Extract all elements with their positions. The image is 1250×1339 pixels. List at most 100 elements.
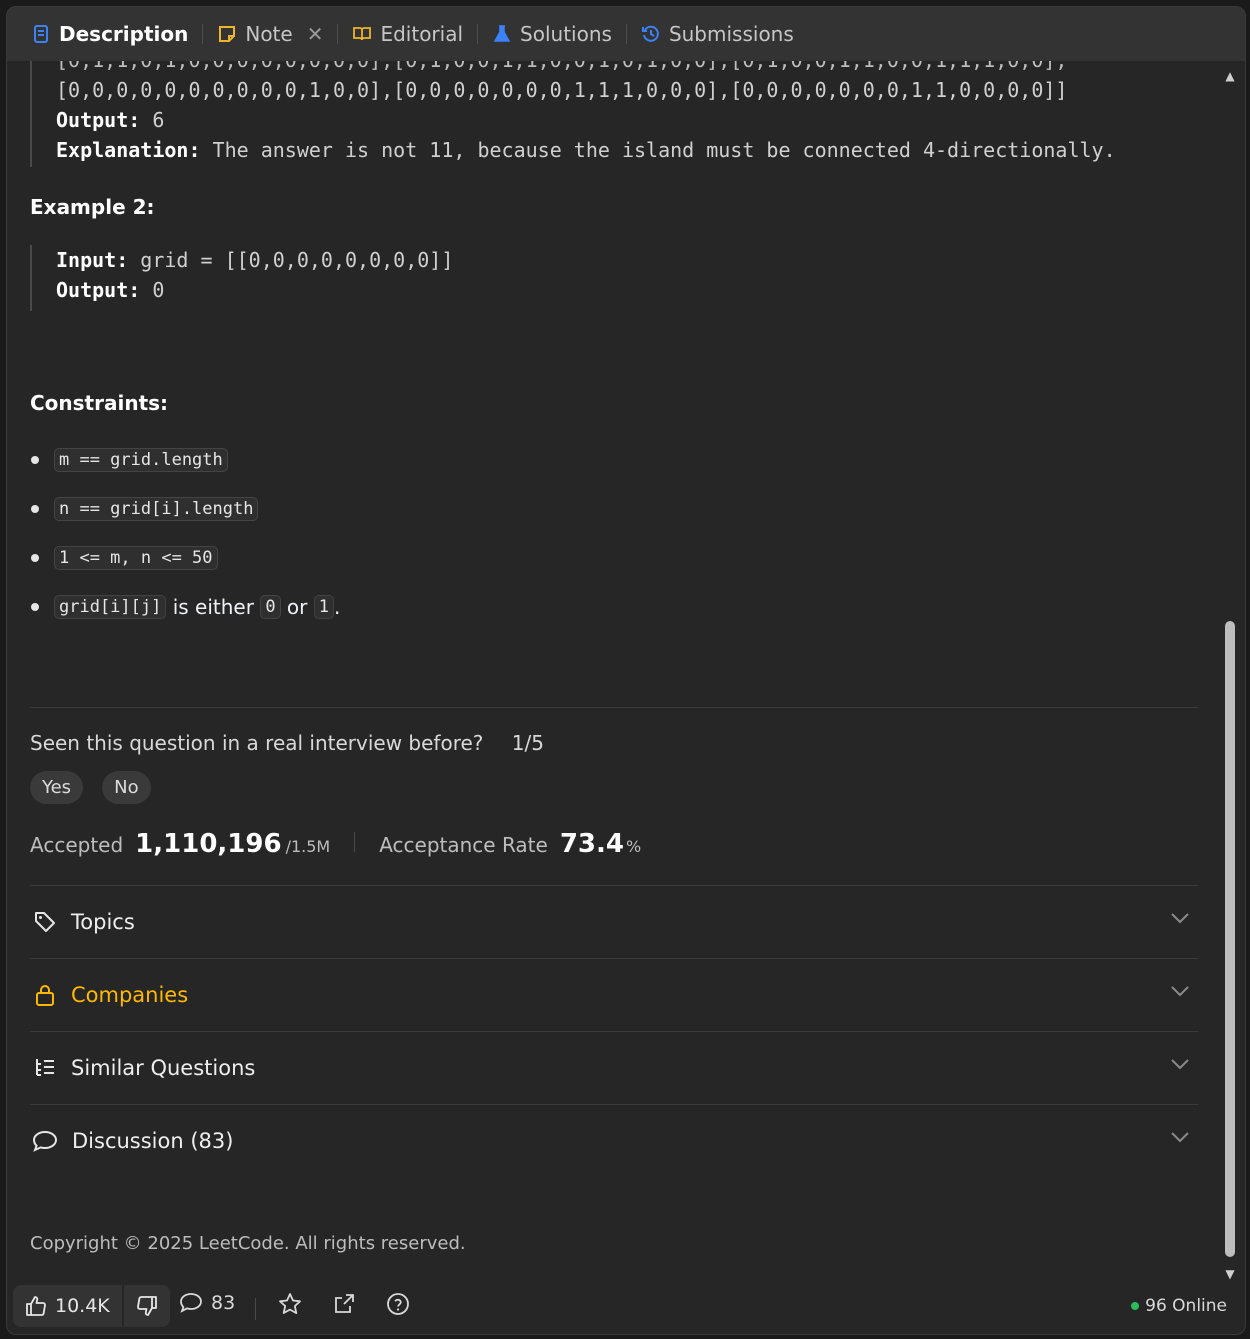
example-2-output-value: 0 — [152, 278, 165, 302]
favorite-button[interactable] — [278, 1292, 302, 1316]
interview-question: Seen this question in a real interview b… — [30, 731, 544, 755]
constraint-code: grid[i][j] — [54, 594, 167, 619]
example-1-grid-tail: [0,0,0,0,0,0,0,0,0,0,1,0,0],[0,0,0,0,0,0… — [56, 78, 1068, 102]
example-2-input-label: Input: — [56, 248, 129, 272]
tab-solutions-label: Solutions — [520, 22, 612, 46]
tab-divider — [337, 24, 339, 44]
tab-divider — [625, 24, 627, 44]
accepted-value: 1,110,196 — [135, 829, 282, 859]
comment-icon — [32, 1130, 58, 1152]
tab-divider — [477, 24, 479, 44]
interview-question-text: Seen this question in a real interview b… — [30, 731, 484, 755]
close-icon[interactable]: ✕ — [307, 22, 324, 46]
constraint-code: n == grid[i].length — [54, 496, 259, 521]
dislike-button[interactable] — [123, 1285, 170, 1327]
chevron-down-icon — [1171, 1132, 1189, 1143]
accepted-label: Accepted — [30, 833, 124, 857]
tab-editorial-label: Editorial — [380, 22, 464, 46]
discussion-label: Discussion (83) — [72, 1129, 234, 1153]
tag-icon — [35, 912, 55, 932]
acceptance-rate-unit: % — [625, 837, 642, 856]
tab-note[interactable]: Note ✕ — [211, 7, 329, 61]
divider — [30, 707, 1198, 708]
topics-label: Topics — [71, 910, 135, 934]
info-sections: Topics Companies Similar Questions Discu… — [30, 885, 1198, 1177]
example-2-block: Input: grid = [[0,0,0,0,0,0,0,0]] Output… — [30, 245, 453, 311]
chevron-down-icon — [1171, 1059, 1189, 1070]
stats-row: Accepted 1,110,196 /1.5M Acceptance Rate… — [30, 829, 641, 859]
tab-description[interactable]: Description — [25, 7, 194, 61]
online-count: 96 Online — [1145, 1296, 1227, 1316]
flask-icon — [493, 25, 511, 42]
vote-group: 10.4K — [13, 1285, 170, 1327]
constraint-item: n == grid[i].length — [30, 484, 340, 533]
interview-buttons: Yes No — [30, 771, 165, 804]
help-button[interactable] — [386, 1292, 410, 1316]
description-panel: Description Note ✕ Editorial Solutions S… — [6, 6, 1246, 1335]
chevron-down-icon — [1171, 913, 1189, 924]
constraint-item: m == grid.length — [30, 435, 340, 484]
description-content: [0,1,1,0,1,0,0,0,0,0,0,0,0],[0,1,0,0,1,1… — [30, 61, 1200, 1280]
similar-questions-section[interactable]: Similar Questions — [30, 1032, 1198, 1105]
tab-submissions-label: Submissions — [668, 22, 794, 46]
discussion-section[interactable]: Discussion (83) — [30, 1105, 1198, 1177]
tab-bar: Description Note ✕ Editorial Solutions S… — [7, 7, 1245, 61]
scroll-down-icon[interactable]: ▼ — [1223, 1267, 1237, 1281]
tab-description-label: Description — [59, 22, 189, 46]
example-2-output-label: Output: — [56, 278, 141, 302]
example-2-title: Example 2: — [30, 195, 155, 219]
constraints-title: Constraints: — [30, 391, 169, 415]
tab-divider — [202, 24, 204, 44]
similar-questions-label: Similar Questions — [71, 1056, 256, 1080]
yes-button[interactable]: Yes — [30, 771, 84, 804]
thumbs-up-icon — [26, 1296, 46, 1316]
tab-note-label: Note — [245, 22, 293, 46]
constraint-code: m == grid.length — [54, 447, 228, 472]
scrollbar[interactable]: ▲ ▼ — [1223, 69, 1237, 1281]
topics-section[interactable]: Topics — [30, 886, 1198, 959]
example-1-explanation-label: Explanation: — [56, 138, 201, 162]
bottom-divider — [255, 1298, 256, 1320]
tab-solutions[interactable]: Solutions — [486, 7, 618, 61]
acceptance-rate-label: Acceptance Rate — [379, 833, 548, 857]
companies-label: Companies — [71, 983, 189, 1007]
history-icon — [641, 25, 659, 42]
scrollbar-thumb[interactable] — [1225, 621, 1235, 1257]
example-1-output-label: Output: — [56, 108, 141, 132]
example-2-input-value: grid = [[0,0,0,0,0,0,0,0]] — [140, 248, 454, 272]
example-1-output-value: 6 — [152, 108, 165, 132]
comment-icon — [180, 1293, 202, 1313]
constraints-list: m == grid.length n == grid[i].length 1 <… — [30, 435, 340, 631]
description-icon — [34, 25, 48, 43]
example-1-grid-cut-line: [0,1,1,0,1,0,0,0,0,0,0,0,0],[0,1,0,0,1,1… — [56, 61, 1200, 75]
share-button[interactable] — [332, 1292, 356, 1316]
lock-icon — [36, 985, 54, 1006]
constraint-item: 1 <= m, n <= 50 — [30, 533, 340, 582]
tab-editorial[interactable]: Editorial — [346, 7, 469, 61]
online-dot — [1131, 1302, 1140, 1310]
online-status: 96 Online — [1131, 1296, 1227, 1316]
copyright-text: Copyright © 2025 LeetCode. All rights re… — [30, 1233, 466, 1254]
companies-section[interactable]: Companies — [30, 959, 1198, 1032]
acceptance-rate-value: 73.4 — [559, 829, 624, 859]
constraint-item: grid[i][j] is either 0 or 1 . — [30, 582, 340, 631]
constraint-text: or — [280, 594, 314, 619]
comment-count: 83 — [211, 1292, 236, 1314]
star-icon — [279, 1293, 301, 1314]
no-button[interactable]: No — [102, 771, 151, 804]
external-link-icon — [335, 1294, 354, 1313]
note-icon — [219, 26, 236, 42]
tab-submissions[interactable]: Submissions — [635, 7, 800, 61]
constraint-code: 0 — [260, 594, 281, 619]
constraint-code: 1 — [313, 594, 335, 619]
list-tree-icon — [36, 1059, 54, 1076]
comments-button[interactable]: 83 — [179, 1292, 235, 1314]
example-1-block: [0,1,1,0,1,0,0,0,0,0,0,0,0],[0,1,0,0,1,1… — [30, 61, 1200, 171]
help-icon — [387, 1293, 409, 1315]
stats-divider — [354, 832, 356, 852]
constraint-text: . — [334, 594, 341, 619]
thumbs-down-icon — [136, 1296, 157, 1316]
like-count: 10.4K — [55, 1295, 110, 1317]
like-button[interactable]: 10.4K — [13, 1285, 122, 1327]
scroll-up-icon[interactable]: ▲ — [1223, 69, 1237, 83]
